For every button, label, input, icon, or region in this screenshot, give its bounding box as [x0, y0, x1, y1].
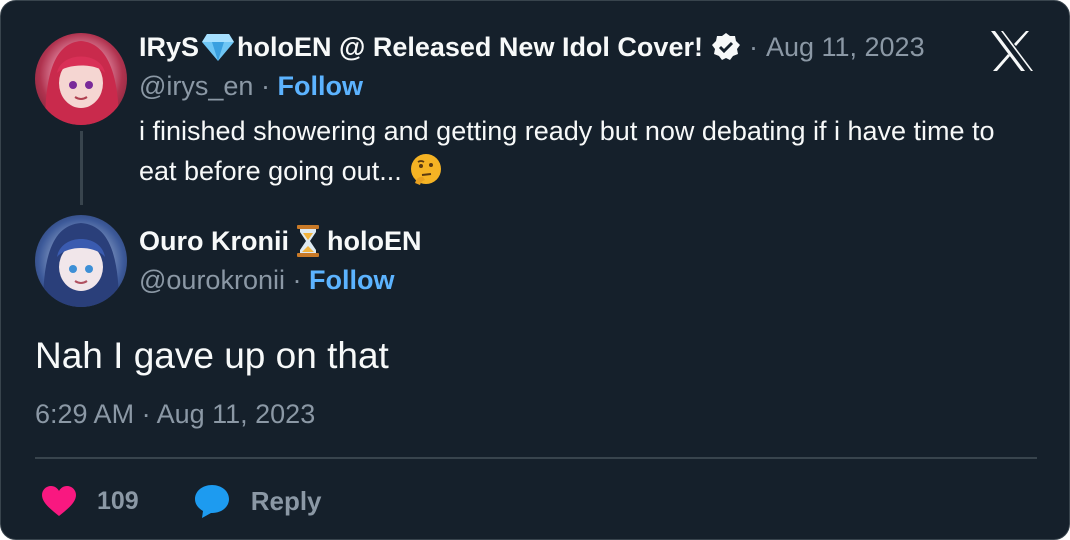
heart-icon	[42, 486, 76, 516]
reply-handle-line: @ourokronii · Follow	[139, 265, 394, 296]
x-logo-icon[interactable]	[989, 29, 1035, 73]
original-tweet-body: i finished showering and getting ready b…	[139, 116, 995, 186]
original-date[interactable]: Aug 11, 2023	[766, 32, 925, 63]
thinking-face-emoji-svg	[411, 153, 442, 185]
reply-author-line: Ouro Kronii holoEN	[139, 223, 422, 259]
original-author-name-1[interactable]: IRyS	[139, 32, 199, 63]
original-author-line: IRyS holoEN @ Released New Idol Cover! ·…	[139, 29, 925, 65]
reply-author-name-2[interactable]: holoEN	[327, 226, 422, 257]
original-tweet-text: i finished showering and getting ready b…	[139, 111, 1019, 191]
verified-badge-icon	[711, 33, 740, 60]
reply-timestamp[interactable]: 6:29 AM · Aug 11, 2023	[35, 399, 315, 430]
gem-emoji-icon	[202, 34, 235, 61]
separator-dot: ·	[748, 31, 758, 62]
divider	[35, 457, 1037, 459]
original-author-name-2[interactable]: holoEN @ Released New Idol Cover!	[237, 32, 703, 63]
follow-kronii-button[interactable]: Follow	[309, 265, 394, 295]
follow-irys-button[interactable]: Follow	[277, 71, 362, 101]
avatar-irys[interactable]	[35, 33, 127, 125]
action-bar: 109 Reply	[41, 479, 322, 523]
separator-dot: ·	[292, 265, 302, 295]
reply-label: Reply	[250, 485, 322, 516]
reply-tweet-text: Nah I gave up on that	[35, 335, 389, 376]
like-count: 109	[97, 486, 139, 515]
speech-bubble-icon	[194, 485, 229, 518]
tweet-card: IRyS holoEN @ Released New Idol Cover! ·…	[0, 0, 1070, 540]
avatar-kronii[interactable]	[35, 215, 127, 307]
hourglass-emoji-icon	[297, 225, 319, 257]
original-handle[interactable]: @irys_en	[139, 71, 253, 101]
thread-connector-line	[80, 131, 83, 205]
reply-handle[interactable]: @ourokronii	[139, 265, 285, 295]
like-button[interactable]: 109	[41, 485, 139, 517]
original-handle-line: @irys_en · Follow	[139, 71, 363, 102]
separator-dot: ·	[260, 71, 270, 101]
reply-button[interactable]: Reply	[193, 483, 322, 519]
reply-author-name-1[interactable]: Ouro Kronii	[139, 226, 289, 257]
